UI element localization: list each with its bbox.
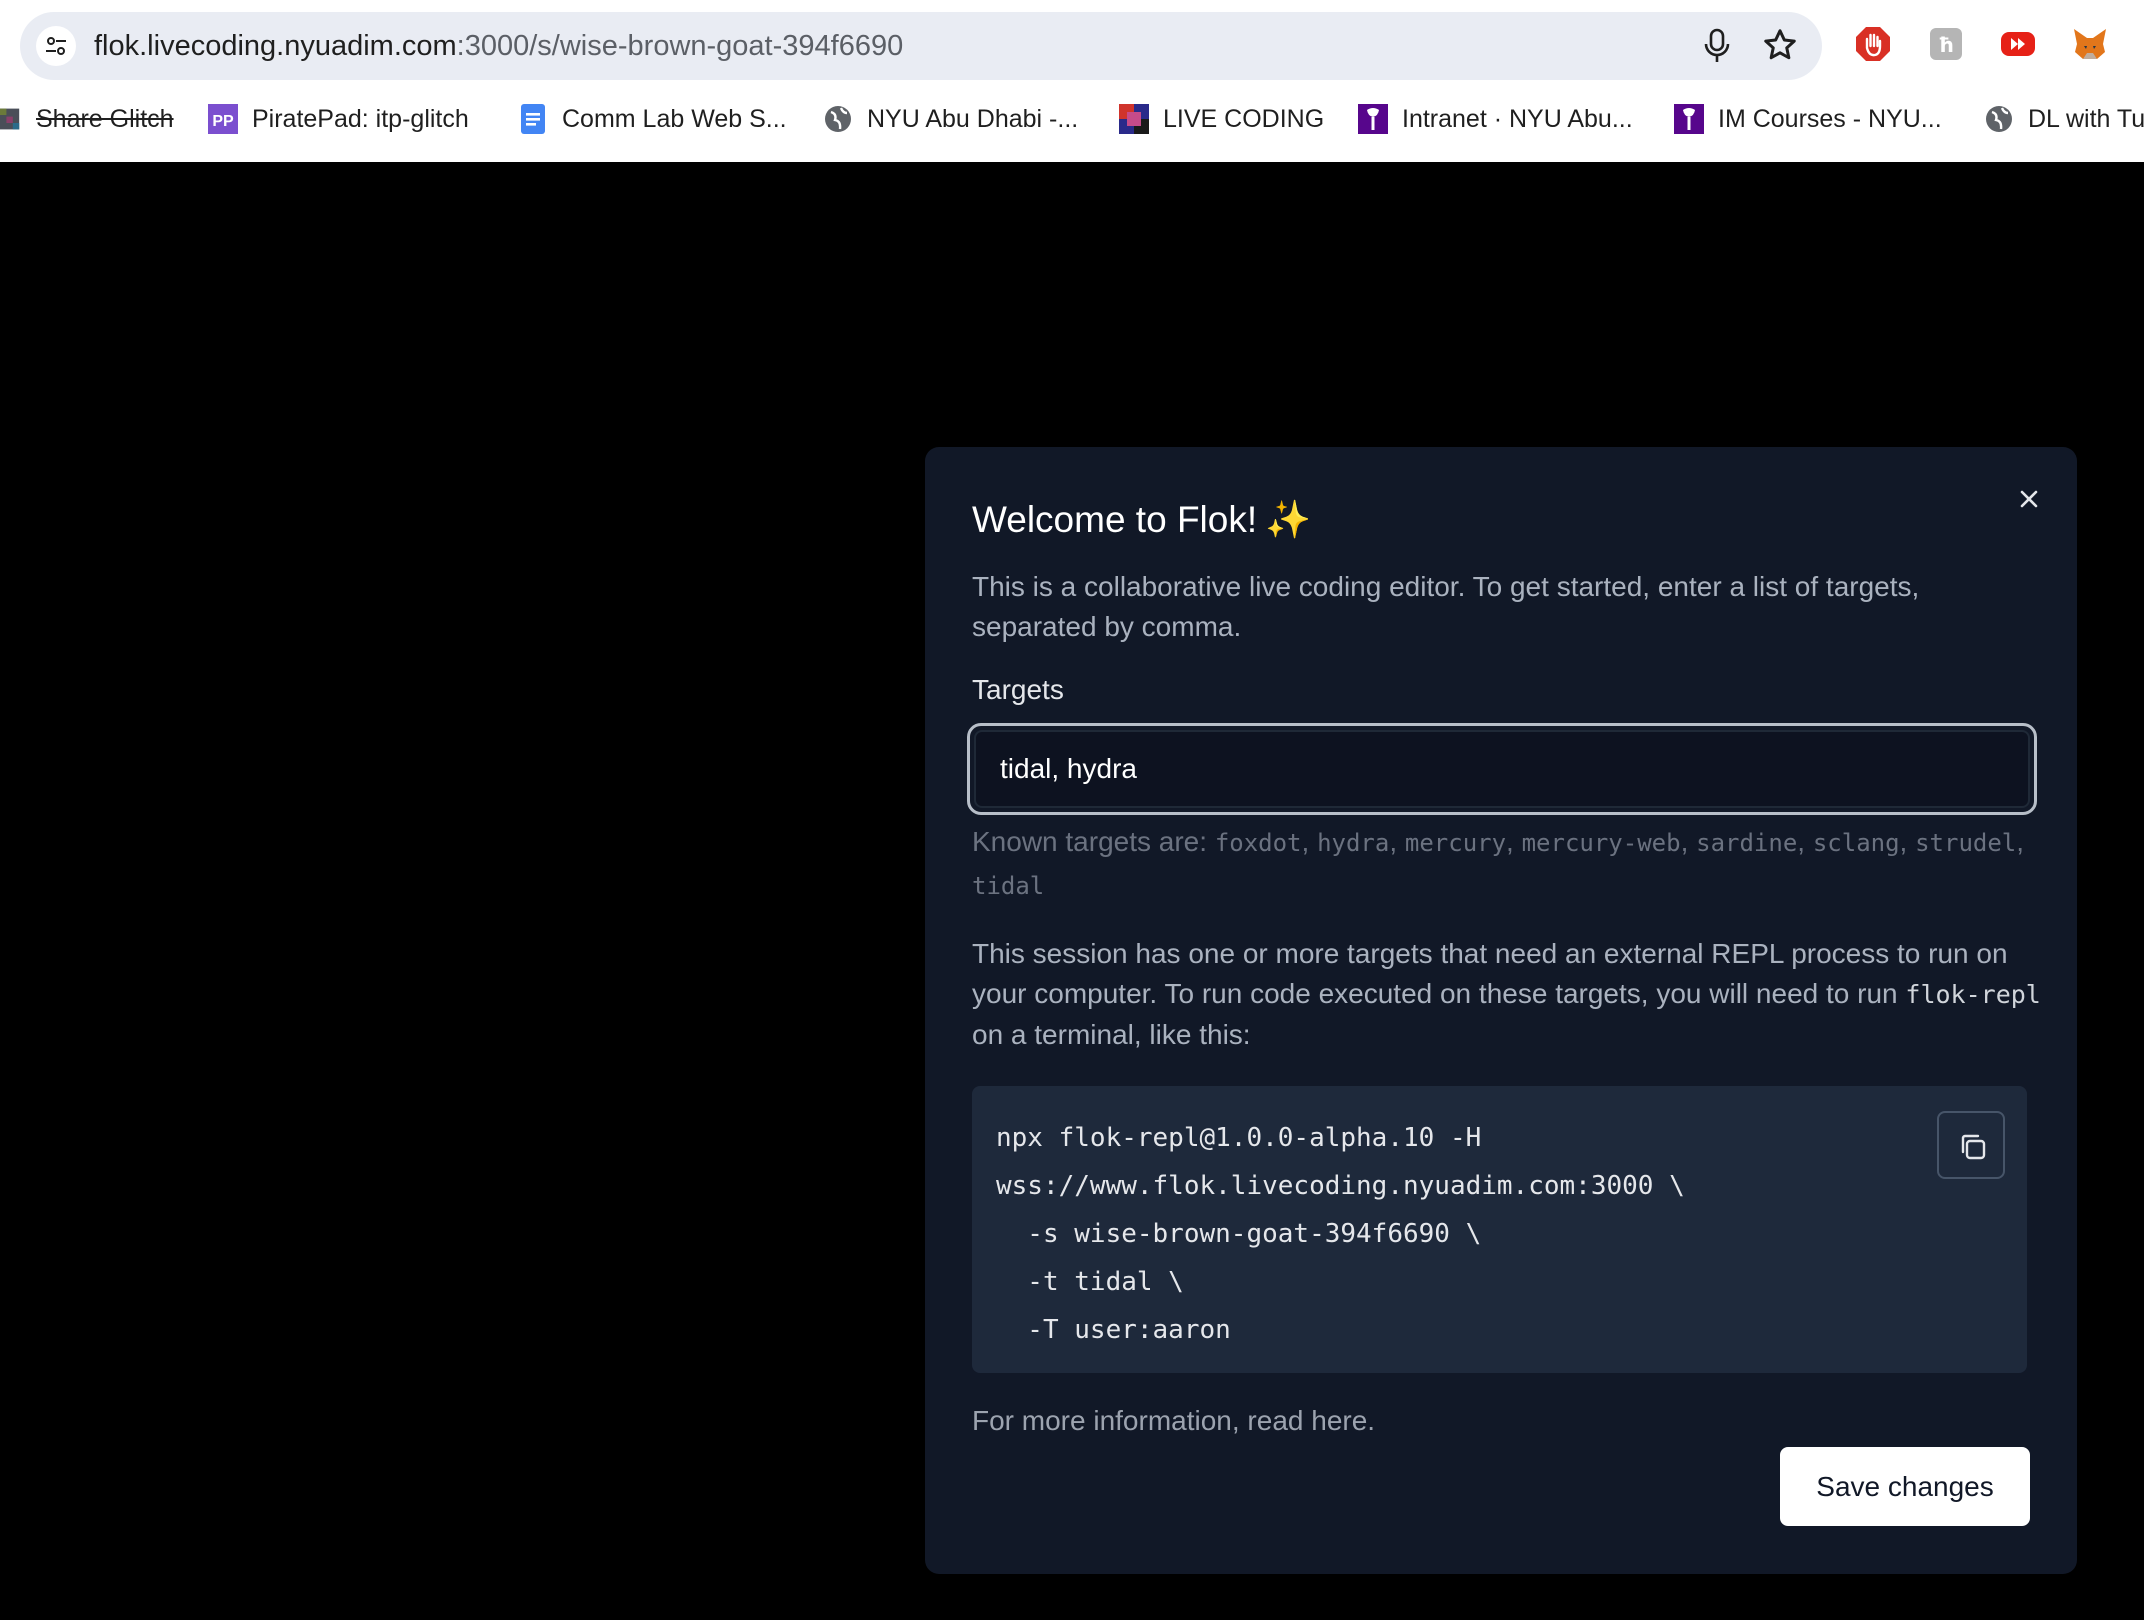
targets-label: Targets [972,674,1064,705]
bookmark-item[interactable]: IM Courses - NYU... [1674,92,1942,146]
bookmark-label: PiratePad: itp-glitch [252,104,469,133]
known-targets-hint: Known targets are: foxdot, hydra, mercur… [972,826,2025,900]
code-line: -t tidal \ [996,1267,1184,1297]
nyu-torch-icon [1674,104,1704,134]
dialog-description: This is a collaborative live coding edit… [972,571,1920,642]
sparkles-icon: ✨ [1265,499,1312,540]
known-target: strudel [1915,829,2017,857]
bookmark-label: NYU Abu Dhabi -... [867,104,1079,133]
close-icon[interactable] [2012,482,2046,516]
repl-instructions-text: This session has one or more targets tha… [972,938,2008,1009]
browser-chrome: flok.livecoding.nyuadim.com:3000/s/wise-… [0,0,2144,162]
code-line: -s wise-brown-goat-394f6690 \ [996,1219,1482,1249]
code-line: npx flok-repl@1.0.0-alpha.10 -H [996,1123,1482,1153]
nyu-torch-icon [1358,104,1388,134]
bookmark-label: Share Glitch [36,104,174,133]
dialog-title: Welcome to Flok! ✨ [972,499,1311,542]
copy-button[interactable] [1937,1111,2005,1179]
known-target: tidal [972,872,1045,900]
known-target: hydra [1317,829,1390,857]
repl-command: npx flok-repl@1.0.0-alpha.10 -H wss://ww… [996,1114,1685,1354]
bookmark-label: Intranet · NYU Abu... [1402,104,1633,133]
url-path: :3000/s/wise-brown-goat-394f6690 [456,30,904,62]
copy-icon [1961,1134,1986,1160]
targets-input-focus-ring [967,723,2037,815]
adblock-icon[interactable] [1855,26,1891,62]
bookmark-item[interactable]: DL with Tu [1984,92,2144,146]
known-target: foxdot [1214,829,1302,857]
site-settings-icon[interactable] [36,26,76,66]
live-coding-icon [1119,104,1149,134]
glitch-icon [0,108,20,130]
known-target: mercury [1404,829,1507,857]
bookmark-label: Comm Lab Web S... [562,104,787,133]
known-target: sardine [1696,829,1798,857]
url-text[interactable]: flok.livecoding.nyuadim.com:3000/s/wise-… [94,12,903,80]
youtube-extension-icon[interactable] [2000,26,2036,62]
more-info-link[interactable]: For more information, read here. [972,1405,1375,1437]
piratepad-icon: PP [208,104,238,134]
microphone-icon[interactable] [1702,28,1732,69]
known-targets-prefix: Known targets are: [972,826,1208,857]
code-line: -T user:aaron [996,1315,1231,1345]
repl-instructions: This session has one or more targets tha… [972,934,2042,1055]
globe-icon [825,106,851,132]
bookmark-item[interactable]: Share Glitch [0,92,174,146]
flok-repl-code: flok-repl [1905,980,2041,1009]
welcome-dialog: Welcome to Flok! ✨ This is a collaborativ… [925,447,2077,1574]
bookmark-label: IM Courses - NYU... [1718,104,1942,133]
bookmark-label: LIVE CODING [1163,104,1325,133]
bookmark-item[interactable]: Comm Lab Web S... [518,92,787,146]
targets-input[interactable] [974,730,2030,808]
repl-instructions-tail: on a terminal, like this: [972,1019,1251,1050]
bookmarks-bar: Share Glitch PP PiratePad: itp-glitch Co… [0,92,2144,146]
dialog-title-text: Welcome to Flok! [972,499,1258,540]
repl-command-block: npx flok-repl@1.0.0-alpha.10 -H wss://ww… [972,1086,2027,1373]
h-extension-icon[interactable]: ħ [1928,26,1964,62]
google-docs-icon [521,104,545,134]
address-bar[interactable]: flok.livecoding.nyuadim.com:3000/s/wise-… [20,12,1822,80]
bookmark-label: DL with Tu [2028,104,2144,133]
svg-text:PP: PP [212,113,234,130]
metamask-fox-icon[interactable] [2072,26,2108,62]
known-target: mercury-web [1521,829,1681,857]
bookmark-item[interactable]: NYU Abu Dhabi -... [823,92,1078,146]
bookmark-item[interactable]: Intranet · NYU Abu... [1358,92,1633,146]
url-host: flok.livecoding.nyuadim.com [94,30,457,62]
bookmark-item[interactable]: PP PiratePad: itp-glitch [208,92,469,146]
code-line: wss://www.flok.livecoding.nyuadim.com:30… [996,1171,1685,1201]
save-changes-button[interactable]: Save changes [1780,1447,2030,1526]
globe-icon [1986,106,2012,132]
known-target: sclang [1812,829,1900,857]
bookmark-item[interactable]: LIVE CODING [1119,92,1324,146]
svg-text:ħ: ħ [1938,33,1954,57]
bookmark-star-icon[interactable] [1762,27,1798,68]
